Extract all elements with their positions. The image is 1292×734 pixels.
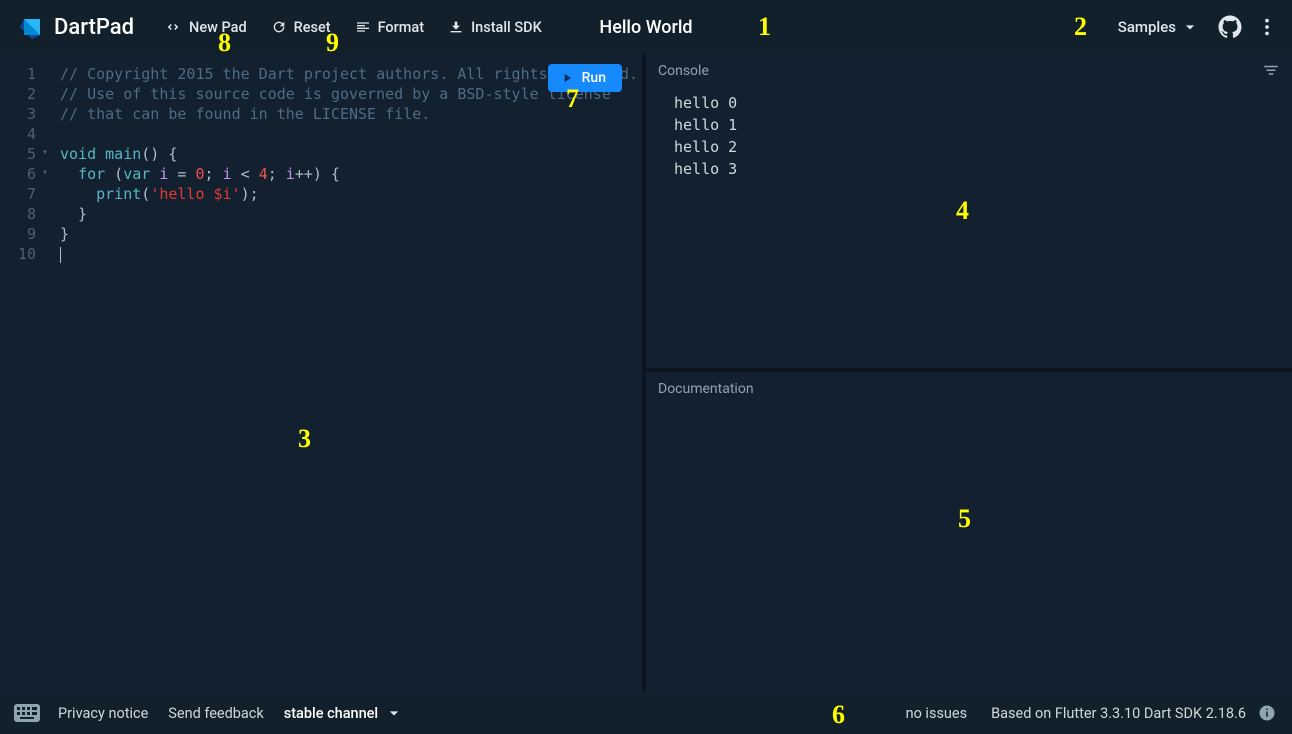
line-number: 1 (0, 64, 36, 84)
reset-button[interactable]: Reset (271, 19, 331, 36)
line-number: 8 (0, 204, 36, 224)
app-name: DartPad (54, 15, 134, 40)
info-icon[interactable] (1258, 704, 1276, 722)
new-pad-label: New Pad (189, 19, 247, 36)
feedback-link[interactable]: Send feedback (168, 705, 263, 722)
text-cursor (60, 247, 61, 263)
keyboard-icon[interactable] (14, 704, 40, 722)
run-label: Run (582, 70, 606, 86)
run-button[interactable]: Run (548, 64, 622, 92)
sdk-version: Based on Flutter 3.3.10 Dart SDK 2.18.6 (991, 705, 1246, 722)
code-line[interactable]: void main() { (60, 144, 638, 164)
app-root: DartPad New Pad Reset Format Install SDK… (0, 0, 1292, 734)
reset-icon (271, 19, 287, 35)
documentation-header: Documentation (646, 372, 1292, 406)
console-panel: Console hello 0 hello 1 hello 2 hello 3 (646, 54, 1292, 372)
console-header: Console (646, 54, 1292, 88)
documentation-panel: Documentation (646, 372, 1292, 692)
editor-panel: 12345678910 // Copyright 2015 the Dart p… (0, 54, 646, 692)
install-sdk-label: Install SDK (471, 19, 542, 36)
line-number: 5 (0, 144, 36, 164)
channel-selector[interactable]: stable channel (284, 703, 404, 723)
documentation-title: Documentation (658, 381, 754, 397)
line-number: 4 (0, 124, 36, 144)
format-icon (355, 19, 371, 35)
dart-logo-icon (20, 15, 44, 39)
samples-label: Samples (1118, 18, 1176, 36)
format-button[interactable]: Format (355, 19, 424, 36)
footer-bar: Privacy notice Send feedback stable chan… (0, 692, 1292, 734)
issues-status[interactable]: no issues (906, 705, 968, 722)
workspace: 12345678910 // Copyright 2015 the Dart p… (0, 54, 1292, 692)
code-icon (164, 18, 182, 36)
code-line[interactable]: // that can be found in the LICENSE file… (60, 104, 638, 124)
more-vert-icon[interactable] (1256, 16, 1278, 38)
download-icon (448, 19, 464, 35)
page-title: Hello World (599, 17, 692, 38)
console-output[interactable]: hello 0 hello 1 hello 2 hello 3 (646, 88, 1292, 180)
code-line[interactable]: } (60, 224, 638, 244)
github-icon[interactable] (1218, 15, 1242, 39)
code-line[interactable]: } (60, 204, 638, 224)
line-number: 7 (0, 184, 36, 204)
top-bar: DartPad New Pad Reset Format Install SDK… (0, 0, 1292, 54)
line-number: 6 (0, 164, 36, 184)
line-gutter: 12345678910 (0, 64, 42, 264)
console-filter-icon[interactable] (1262, 62, 1280, 80)
format-label: Format (378, 19, 424, 36)
code-line[interactable] (60, 244, 638, 264)
privacy-link[interactable]: Privacy notice (58, 705, 148, 722)
channel-label: stable channel (284, 705, 378, 722)
samples-dropdown[interactable]: Samples (1118, 17, 1200, 37)
code-line[interactable]: print('hello $i'); (60, 184, 638, 204)
code-lines[interactable]: // Copyright 2015 the Dart project autho… (42, 64, 638, 264)
code-editor[interactable]: 12345678910 // Copyright 2015 the Dart p… (0, 54, 642, 264)
chevron-down-icon (384, 703, 404, 723)
right-column: Console hello 0 hello 1 hello 2 hello 3 … (646, 54, 1292, 692)
line-number: 9 (0, 224, 36, 244)
install-sdk-button[interactable]: Install SDK (448, 19, 542, 36)
new-pad-button[interactable]: New Pad (164, 18, 247, 36)
line-number: 10 (0, 244, 36, 264)
code-line[interactable]: for (var i = 0; i < 4; i++) { (60, 164, 638, 184)
console-title: Console (658, 63, 709, 79)
line-number: 2 (0, 84, 36, 104)
code-line[interactable] (60, 124, 638, 144)
play-icon (560, 71, 574, 85)
reset-label: Reset (294, 19, 331, 36)
chevron-down-icon (1180, 17, 1200, 37)
line-number: 3 (0, 104, 36, 124)
